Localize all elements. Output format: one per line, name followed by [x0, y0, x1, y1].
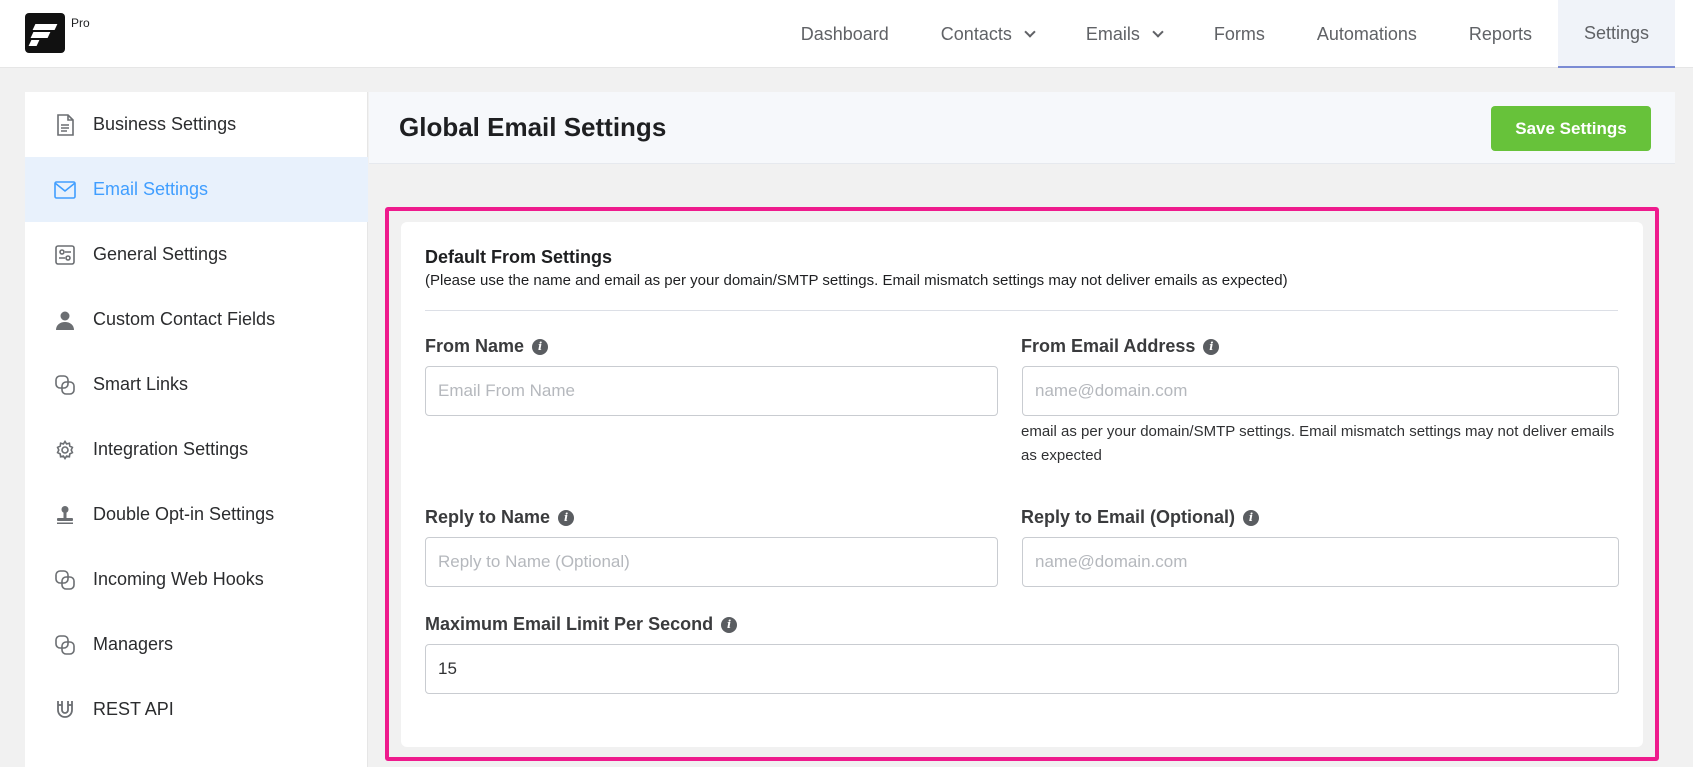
link-icon	[54, 374, 76, 396]
info-icon[interactable]: i	[1203, 338, 1220, 355]
section-divider	[425, 310, 1618, 311]
sidebar-item-label: Business Settings	[93, 114, 237, 134]
reply-email-label: Reply to Email (Optional) i	[1021, 507, 1260, 528]
sidebar-item-label: Double Opt-in Settings	[93, 504, 275, 524]
max-email-limit-label: Maximum Email Limit Per Second i	[425, 614, 738, 635]
sidebar-item-custom-contact-fields[interactable]: Custom Contact Fields	[25, 287, 368, 352]
gear-icon	[54, 439, 76, 461]
sliders-icon	[54, 244, 76, 266]
save-settings-button[interactable]: Save Settings	[1491, 106, 1651, 151]
link-icon	[54, 569, 76, 591]
user-icon	[54, 309, 76, 331]
stamp-icon	[54, 504, 76, 526]
from-name-input[interactable]	[425, 366, 998, 416]
sidebar-item-label: General Settings	[93, 244, 228, 264]
sidebar-item-label: Managers	[93, 634, 174, 654]
settings-sidebar: Business Settings Email Settings General…	[25, 92, 368, 767]
nav-contacts[interactable]: Contacts	[915, 0, 1060, 68]
envelope-icon	[54, 179, 76, 201]
from-email-input[interactable]	[1022, 366, 1619, 416]
sidebar-item-business-settings[interactable]: Business Settings	[25, 92, 368, 157]
nav-reports[interactable]: Reports	[1443, 0, 1558, 68]
from-email-help-text: email as per your domain/SMTP settings. …	[1021, 423, 1615, 464]
info-icon[interactable]: i	[532, 338, 549, 355]
sidebar-item-double-opt-in-settings[interactable]: Double Opt-in Settings	[25, 482, 368, 547]
sidebar-item-label: Integration Settings	[93, 439, 249, 459]
from-name-label: From Name i	[425, 336, 549, 357]
magnet-icon	[54, 699, 76, 721]
page-header: Global Email Settings Save Settings	[369, 92, 1675, 164]
sidebar-item-label: Incoming Web Hooks	[93, 569, 264, 589]
chevron-down-icon	[1024, 25, 1036, 38]
info-icon[interactable]: i	[558, 509, 575, 526]
reply-name-label: Reply to Name i	[425, 507, 575, 528]
info-icon[interactable]: i	[1243, 509, 1260, 526]
top-navbar: Pro Dashboard Contacts Emails Forms Auto…	[0, 0, 1693, 68]
sidebar-item-label: Smart Links	[93, 374, 189, 394]
sidebar-item-label: Email Settings	[93, 179, 209, 199]
sidebar-item-label: REST API	[93, 699, 174, 719]
pro-badge: Pro	[71, 16, 90, 30]
from-email-label: From Email Address i	[1021, 336, 1220, 357]
sidebar-item-email-settings[interactable]: Email Settings	[25, 157, 368, 222]
sidebar-item-integration-settings[interactable]: Integration Settings	[25, 417, 368, 482]
fluentcrm-logo-icon[interactable]	[25, 13, 65, 53]
info-icon[interactable]: i	[721, 616, 738, 633]
max-email-limit-input[interactable]	[425, 644, 1619, 694]
nav-automations[interactable]: Automations	[1291, 0, 1443, 68]
sidebar-item-rest-api[interactable]: REST API	[25, 677, 368, 742]
nav-emails[interactable]: Emails	[1060, 0, 1188, 68]
section-subtitle: (Please use the name and email as per yo…	[425, 272, 1288, 289]
nav-dashboard[interactable]: Dashboard	[775, 0, 915, 68]
main-nav: Dashboard Contacts Emails Forms Automati…	[775, 0, 1675, 68]
document-icon	[54, 113, 76, 136]
sidebar-item-smart-links[interactable]: Smart Links	[25, 352, 368, 417]
sidebar-item-label: Custom Contact Fields	[93, 309, 276, 329]
sidebar-item-incoming-web-hooks[interactable]: Incoming Web Hooks	[25, 547, 368, 612]
sidebar-item-general-settings[interactable]: General Settings	[25, 222, 368, 287]
reply-email-input[interactable]	[1022, 537, 1619, 587]
section-title: Default From Settings	[425, 247, 613, 267]
chevron-down-icon	[1152, 25, 1164, 38]
nav-settings[interactable]: Settings	[1557, 0, 1675, 68]
sidebar-item-managers[interactable]: Managers	[25, 612, 368, 677]
nav-forms[interactable]: Forms	[1188, 0, 1291, 68]
link-icon	[54, 634, 76, 656]
reply-name-input[interactable]	[425, 537, 998, 587]
page-title: Global Email Settings	[399, 112, 667, 142]
